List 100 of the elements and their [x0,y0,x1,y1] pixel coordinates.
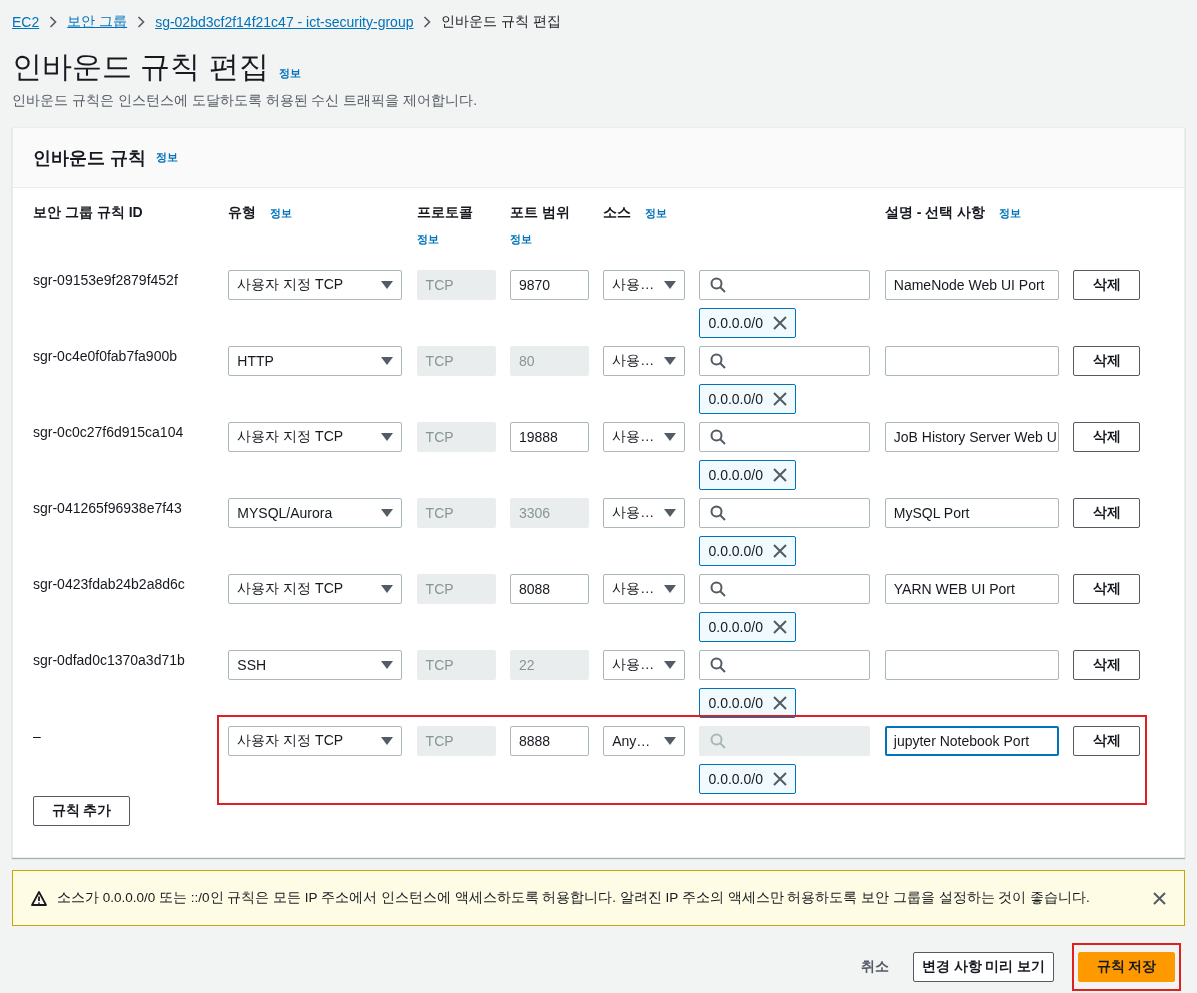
chevron-right-icon [137,16,146,28]
close-icon[interactable] [773,392,787,406]
save-rules-button[interactable]: 규칙 저장 [1078,952,1175,982]
close-icon[interactable] [773,316,787,330]
type-select[interactable]: HTTP [228,346,403,376]
port-field[interactable]: 9870 [509,270,589,300]
protocol-field: TCP [416,498,496,528]
add-rule-button[interactable]: 규칙 추가 [33,796,130,826]
delete-button[interactable]: 삭제 [1073,574,1141,604]
protocol-field: TCP [416,270,496,300]
caret-icon [381,737,394,745]
search-field[interactable] [699,498,871,528]
search-field[interactable] [699,574,871,604]
description-field[interactable]: JoB History Server Web UI [884,422,1059,452]
preview-changes-button[interactable]: 변경 사항 미리 보기 [913,952,1054,982]
cidr-text: 0.0.0.0/0 [708,695,763,711]
delete-button[interactable]: 삭제 [1073,498,1141,528]
search-icon [710,581,727,597]
description-field[interactable]: MySQL Port [884,498,1059,528]
port-field[interactable]: 8088 [509,574,589,604]
breadcrumb-link[interactable]: sg-02bd3cf2f14f21c47 - ict-security-group [155,14,414,30]
type-select[interactable]: MYSQL/Aurora [228,498,403,528]
caret-icon [381,661,394,669]
delete-button[interactable]: 삭제 [1073,422,1141,452]
search-icon [710,429,727,445]
cidr-text: 0.0.0.0/0 [708,619,763,635]
search-icon [710,733,727,749]
search-icon [710,353,727,369]
close-icon[interactable] [773,468,787,482]
search-icon [710,505,727,521]
search-field[interactable] [699,270,871,300]
delete-button[interactable]: 삭제 [1073,726,1141,756]
rule-id: – [33,727,42,746]
delete-button[interactable]: 삭제 [1073,346,1141,376]
description-field[interactable] [884,650,1059,680]
close-icon[interactable] [773,620,787,634]
cidr-text: 0.0.0.0/0 [708,543,763,559]
close-icon[interactable] [773,696,787,710]
port-field: 80 [509,346,589,376]
source-select[interactable]: 사용… [603,650,686,680]
port-field: 3306 [509,498,589,528]
column-header: 프로토콜 [416,204,473,222]
rule-id: sgr-0dfad0c1370a3d71b [33,651,186,670]
caret-icon [664,737,677,745]
caret-icon [664,357,677,365]
type-select[interactable]: SSH [228,650,403,680]
type-select[interactable]: 사용자 지정 TCP [228,270,403,300]
protocol-field: TCP [416,726,496,756]
info-link[interactable]: 정보 [156,150,178,165]
search-field[interactable] [699,650,871,680]
protocol-field: TCP [416,346,496,376]
source-select[interactable]: 사용… [603,498,686,528]
description-field[interactable]: YARN WEB UI Port [884,574,1059,604]
column-header: 소스 [603,204,632,222]
column-header: 보안 그룹 규칙 ID [33,204,143,222]
source-select[interactable]: 사용… [603,270,686,300]
close-icon[interactable] [1153,891,1166,905]
caret-icon [664,661,677,669]
caret-icon [381,585,394,593]
info-link[interactable]: 정보 [999,206,1022,221]
close-icon[interactable] [773,772,787,786]
type-select[interactable]: 사용자 지정 TCP [228,422,403,452]
info-link[interactable]: 정보 [645,206,668,221]
caret-icon [664,509,677,517]
source-select[interactable]: 사용… [603,422,686,452]
cidr-text: 0.0.0.0/0 [708,467,763,483]
port-field[interactable]: 8888 [509,726,589,756]
cidr-text: 0.0.0.0/0 [708,315,763,331]
alert-text: 소스가 0.0.0.0/0 또는 ::/0인 규칙은 모든 IP 주소에서 인스턴스에 액세스하도록 허용합니다. 알려진 IP 주소의 액세스만 허용하도록 보안 그룹을 설정하는 것이 좋습니다. [57,889,1091,907]
info-link[interactable]: 정보 [509,232,532,247]
port-field[interactable]: 19888 [509,422,589,452]
breadcrumb-link[interactable]: EC2 [12,14,40,30]
description-field[interactable]: NameNode Web UI Port [884,270,1059,300]
protocol-field: TCP [416,650,496,680]
chevron-right-icon [423,16,432,28]
type-select[interactable]: 사용자 지정 TCP [228,726,403,756]
cidr-text: 0.0.0.0/0 [708,771,763,787]
caret-icon [381,281,394,289]
description-field[interactable] [884,346,1059,376]
search-icon [710,277,727,293]
delete-button[interactable]: 삭제 [1073,270,1141,300]
source-select[interactable]: 사용… [603,346,686,376]
cancel-link[interactable]: 취소 [861,958,889,976]
caret-icon [381,433,394,441]
info-link[interactable]: 정보 [416,232,439,247]
caret-icon [664,281,677,289]
type-select[interactable]: 사용자 지정 TCP [228,574,403,604]
search-icon [710,657,727,673]
breadcrumb-link[interactable]: 보안 그룹 [67,13,128,31]
search-field[interactable] [699,346,871,376]
cidr-text: 0.0.0.0/0 [708,391,763,407]
port-field: 22 [509,650,589,680]
close-icon[interactable] [773,544,787,558]
description-field[interactable]: jupyter Notebook Port [884,726,1059,756]
search-field[interactable] [699,422,871,452]
info-link[interactable]: 정보 [270,206,293,221]
delete-button[interactable]: 삭제 [1073,650,1141,680]
info-link[interactable]: 정보 [278,66,301,81]
source-select[interactable]: Any… [603,726,686,756]
source-select[interactable]: 사용… [603,574,686,604]
